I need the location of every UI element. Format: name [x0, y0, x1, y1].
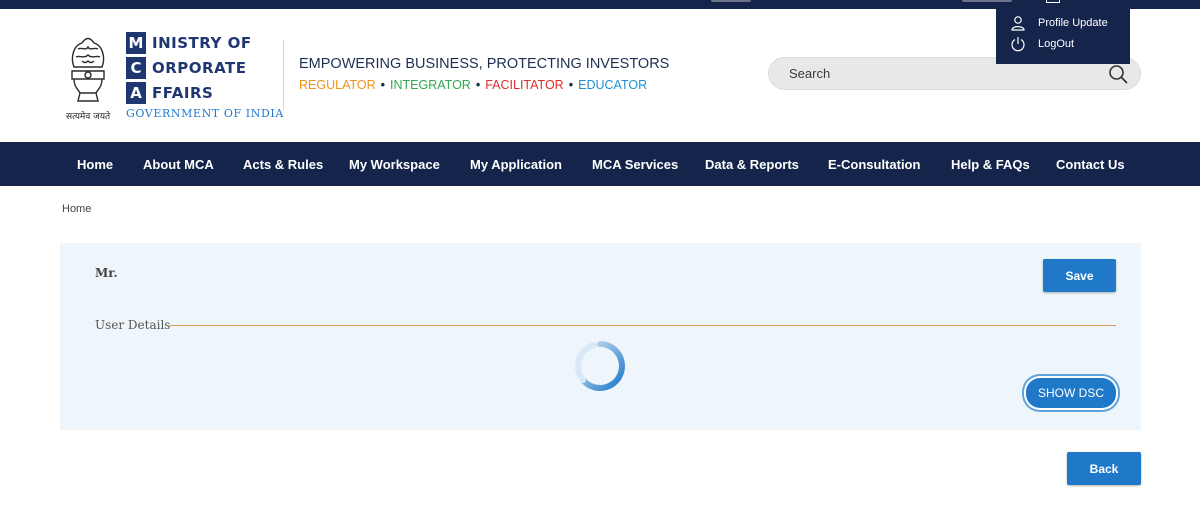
role-list: REGULATOR • INTEGRATOR • FACILITATOR • EDUCATO… — [299, 78, 647, 92]
search-icon[interactable] — [1108, 64, 1128, 84]
emblem-caption: सत्यमेव जयते — [66, 112, 111, 122]
menu-item-label: Profile Update — [1038, 17, 1108, 29]
loading-spinner-icon — [575, 341, 625, 391]
role-separator: • — [568, 78, 574, 92]
breadcrumb[interactable]: Home — [62, 203, 91, 215]
account-icon[interactable] — [1046, 0, 1060, 3]
mca-logo[interactable]: M INISTRY OF C ORPORATE A FFAIRS — [126, 31, 276, 106]
user-icon — [1011, 16, 1025, 31]
government-label: GOVERNMENT OF INDIA — [126, 107, 284, 120]
section-heading: User Details — [95, 318, 171, 332]
nav-item-my-application[interactable]: My Application — [470, 142, 562, 186]
nav-item-home[interactable]: Home — [77, 142, 113, 186]
power-icon — [1011, 37, 1025, 52]
nav-item-acts-rules[interactable]: Acts & Rules — [243, 142, 323, 186]
top-utility-strip — [0, 0, 1200, 9]
main-nav: Home About MCA Acts & Rules My Workspace… — [0, 142, 1200, 186]
logo-letter: M — [126, 32, 146, 54]
nav-item-mca-services[interactable]: MCA Services — [592, 142, 678, 186]
user-details-panel: Mr. Save User Details SHOW DSC — [60, 243, 1141, 430]
nav-item-my-workspace[interactable]: My Workspace — [349, 142, 440, 186]
nav-item-contact-us[interactable]: Contact Us — [1056, 142, 1125, 186]
utility-link[interactable] — [711, 0, 751, 2]
logo-letter: C — [126, 57, 146, 79]
save-button[interactable]: Save — [1043, 259, 1116, 292]
menu-item-profile-update[interactable]: Profile Update — [1010, 14, 1108, 32]
menu-item-label: LogOut — [1038, 38, 1075, 50]
back-button[interactable]: Back — [1067, 452, 1141, 485]
role-separator: • — [475, 78, 481, 92]
menu-item-logout[interactable]: LogOut — [1010, 35, 1074, 53]
salutation-text: Mr. — [95, 266, 118, 280]
tagline: EMPOWERING BUSINESS, PROTECTING INVESTOR… — [299, 56, 670, 72]
utility-link[interactable] — [962, 0, 1012, 2]
header-divider — [283, 40, 284, 110]
logo-word: FFAIRS — [152, 84, 214, 102]
role-separator: • — [380, 78, 386, 92]
role-regulator: REGULATOR — [299, 78, 376, 92]
section-divider — [170, 325, 1116, 326]
nav-item-e-consultation[interactable]: E-Consultation — [828, 142, 920, 186]
role-integrator: INTEGRATOR — [390, 78, 471, 92]
profile-dropdown: Profile Update LogOut — [996, 9, 1130, 64]
logo-word: INISTRY OF — [152, 34, 252, 52]
nav-item-about-mca[interactable]: About MCA — [143, 142, 214, 186]
show-dsc-button[interactable]: SHOW DSC — [1026, 378, 1116, 408]
logo-letter: A — [126, 82, 146, 104]
nav-item-help-faqs[interactable]: Help & FAQs — [951, 142, 1030, 186]
nav-item-data-reports[interactable]: Data & Reports — [705, 142, 799, 186]
logo-word: ORPORATE — [152, 59, 247, 77]
role-facilitator: FACILITATOR — [485, 78, 564, 92]
role-educator: EDUCATOR — [578, 78, 648, 92]
